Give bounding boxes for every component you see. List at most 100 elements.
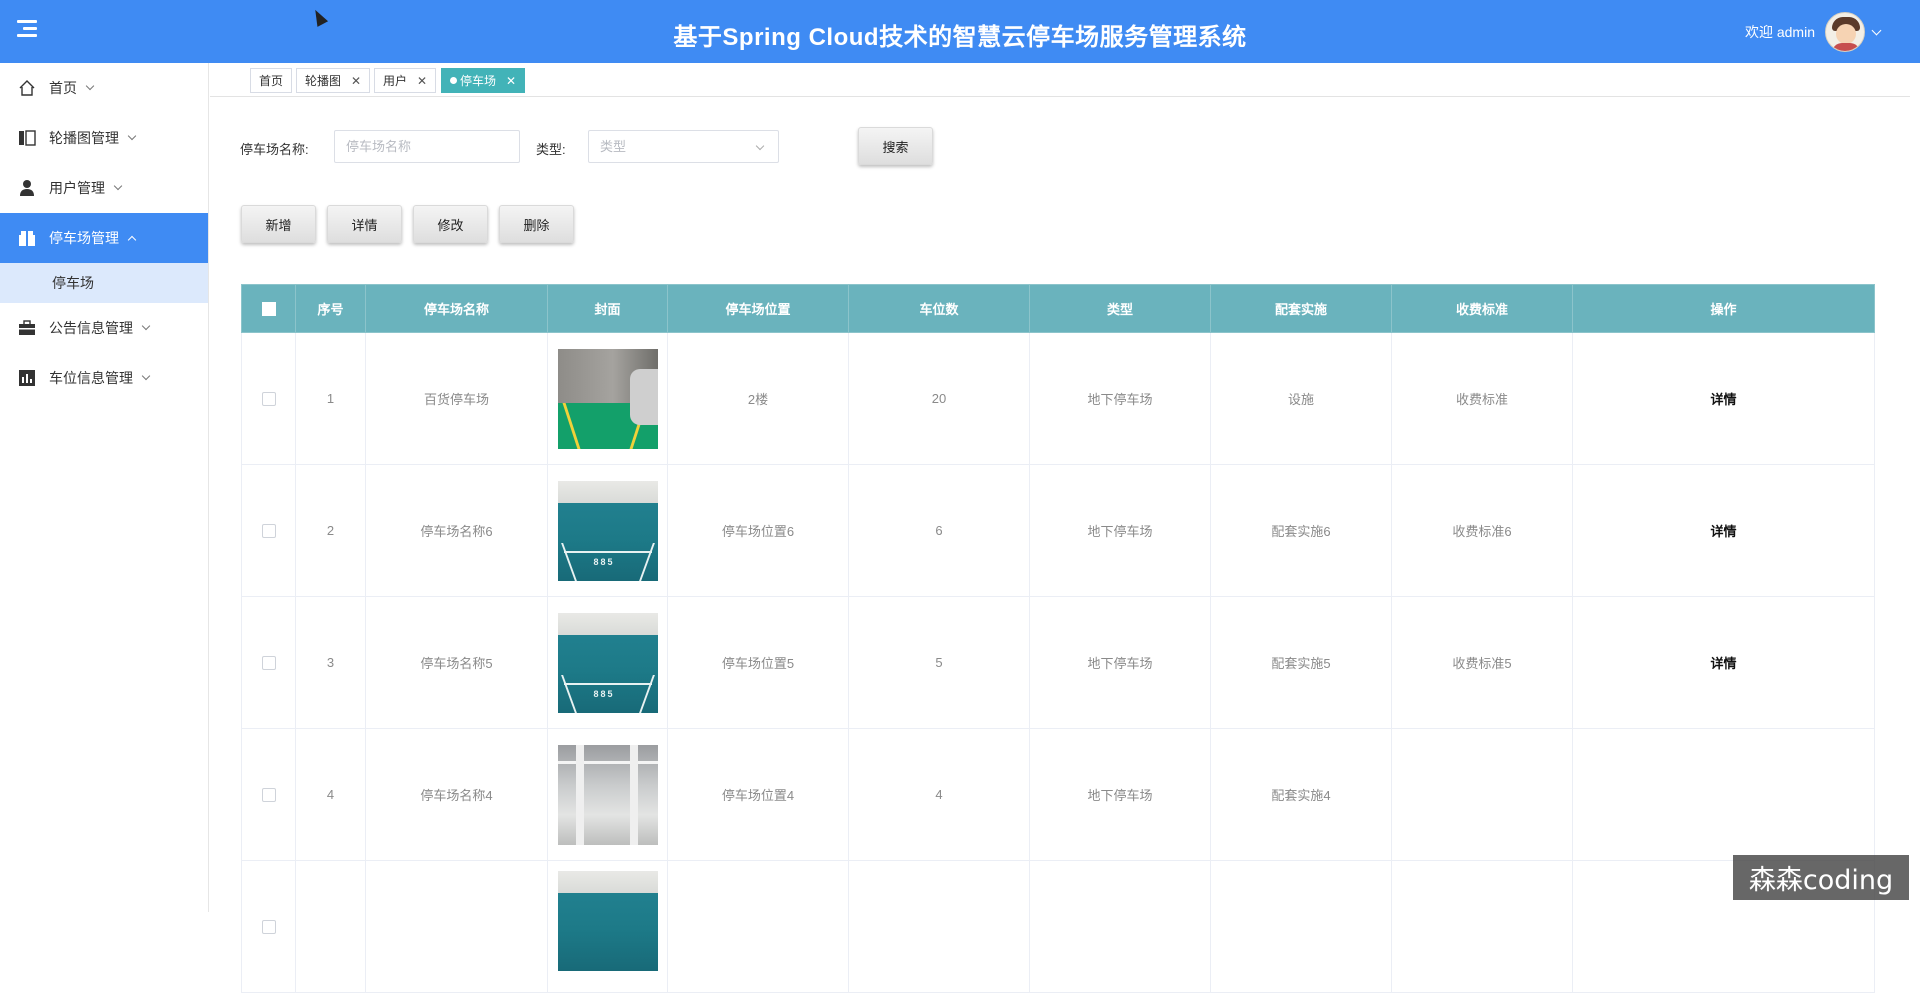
chevron-down-icon [127,131,137,141]
sidebar-item-users[interactable]: 用户管理 [0,163,208,213]
sidebar-item-label: 车位信息管理 [49,370,133,386]
type-label: 类型: [536,142,566,157]
spaces-cell: 20 [848,332,1030,465]
location-cell: 停车场位置6 [667,464,849,597]
tab-home[interactable]: 首页 [250,68,293,93]
chevron-up-icon [127,235,137,244]
column-header: 操作 [1572,284,1875,333]
page-title: 基于Spring Cloud技术的智慧云停车场服务管理系统 [673,24,1247,51]
type-cell: 地下停车场 [1029,596,1211,729]
name-cell: 百货停车场 [365,332,548,465]
sidebar-item-label: 用户管理 [49,180,105,196]
parking-table: 序号 停车场名称 封面 停车场位置 车位数 类型 配套实施 收费标准 操作 1 … [241,284,1875,993]
detail-button[interactable]: 详情 [327,205,402,243]
facility-cell: 设施 [1210,332,1392,465]
avatar[interactable] [1825,12,1865,52]
cover-image [557,744,658,845]
row-checkbox[interactable] [261,788,276,803]
tag-views: 首页 轮播图 ✕ 用户 ✕ 停车场 ✕ [210,63,1910,97]
table-row[interactable]: 3 停车场名称5 885 停车场位置5 5 地下停车场 配套实施5 收费标准5 … [241,596,1875,729]
table-row[interactable] [241,860,1875,993]
sidebar: 首页 轮播图管理 用户管理 停车场管理 停车场 公告信息管理 车位信息管理 [0,63,209,912]
detail-link[interactable]: 详情 [1572,464,1875,597]
chevron-down-icon[interactable] [1871,25,1882,35]
index-cell: 3 [295,596,366,729]
spaces-cell: 6 [848,464,1030,597]
cover-image: 885 [557,612,658,713]
detail-link[interactable] [1572,728,1875,861]
fee-cell: 收费标准5 [1391,596,1573,729]
chevron-down-icon [85,81,95,91]
tab-carousel[interactable]: 轮播图 ✕ [296,68,371,93]
table-row[interactable]: 1 百货停车场 2楼 20 地下停车场 设施 收费标准 详情 [241,332,1875,465]
user-menu[interactable]: 欢迎 admin [1744,12,1882,52]
column-header: 收费标准 [1391,284,1573,333]
type-select[interactable] [588,130,779,163]
cover-image [557,871,658,971]
sidebar-item-carousel[interactable]: 轮播图管理 [0,113,208,163]
table-row[interactable]: 2 停车场名称6 885 停车场位置6 6 地下停车场 配套实施6 收费标准6 … [241,464,1875,597]
column-header: 配套实施 [1210,284,1392,333]
row-checkbox[interactable] [261,524,276,539]
edit-button[interactable]: 修改 [413,205,488,243]
column-header: 序号 [295,284,366,333]
welcome-text: 欢迎 admin [1744,24,1815,40]
sidebar-item-label: 停车场管理 [49,230,119,246]
sidebar-item-label: 首页 [49,80,77,96]
gift-box-icon [18,229,36,247]
index-cell: 1 [295,332,366,465]
location-cell: 停车场位置4 [667,728,849,861]
column-header: 停车场名称 [365,284,548,333]
sidebar-item-parking[interactable]: 停车场管理 [0,213,208,263]
row-checkbox[interactable] [261,392,276,407]
sidebar-item-space[interactable]: 车位信息管理 [0,353,208,403]
parking-name-input[interactable] [334,130,520,163]
location-cell: 2楼 [667,332,849,465]
home-icon [18,79,36,97]
name-cell: 停车场名称5 [365,596,548,729]
cover-image: 885 [557,480,658,581]
table-row[interactable]: 4 停车场名称4 停车场位置4 4 地下停车场 配套实施4 [241,728,1875,861]
table-header-row: 序号 停车场名称 封面 停车场位置 车位数 类型 配套实施 收费标准 操作 [241,284,1875,333]
sidebar-item-label: 轮播图管理 [49,130,119,146]
column-header: 类型 [1029,284,1211,333]
close-icon[interactable]: ✕ [351,74,361,88]
detail-link[interactable]: 详情 [1572,332,1875,465]
tab-parking[interactable]: 停车场 ✕ [441,68,526,93]
briefcase-icon [18,319,36,337]
select-all-checkbox[interactable] [261,302,276,317]
location-cell: 停车场位置5 [667,596,849,729]
column-header: 停车场位置 [667,284,849,333]
sidebar-subitem-parking[interactable]: 停车场 [0,263,208,303]
type-cell: 地下停车场 [1029,464,1211,597]
close-icon[interactable]: ✕ [417,74,427,88]
facility-cell: 配套实施4 [1210,728,1392,861]
detail-link[interactable]: 详情 [1572,596,1875,729]
search-button[interactable]: 搜索 [858,127,933,165]
facility-cell: 配套实施5 [1210,596,1392,729]
index-cell: 4 [295,728,366,861]
name-cell: 停车场名称4 [365,728,548,861]
sidebar-item-home[interactable]: 首页 [0,63,208,113]
add-button[interactable]: 新增 [241,205,316,243]
sidebar-item-notice[interactable]: 公告信息管理 [0,303,208,353]
select-all-cell [241,284,296,333]
facility-cell: 配套实施6 [1210,464,1392,597]
cover-image [557,348,658,449]
column-header: 封面 [547,284,668,333]
column-header: 车位数 [848,284,1030,333]
type-cell: 地下停车场 [1029,728,1211,861]
watermark: 森森coding [1733,855,1909,900]
row-checkbox[interactable] [261,920,276,935]
chevron-down-icon [141,371,151,381]
spaces-cell: 5 [848,596,1030,729]
delete-button[interactable]: 删除 [499,205,574,243]
close-icon[interactable]: ✕ [506,74,516,88]
fee-cell: 收费标准6 [1391,464,1573,597]
row-checkbox[interactable] [261,656,276,671]
tab-user[interactable]: 用户 ✕ [374,68,437,93]
type-cell: 地下停车场 [1029,332,1211,465]
index-cell: 2 [295,464,366,597]
carousel-icon [18,129,36,147]
fee-cell: 收费标准 [1391,332,1573,465]
